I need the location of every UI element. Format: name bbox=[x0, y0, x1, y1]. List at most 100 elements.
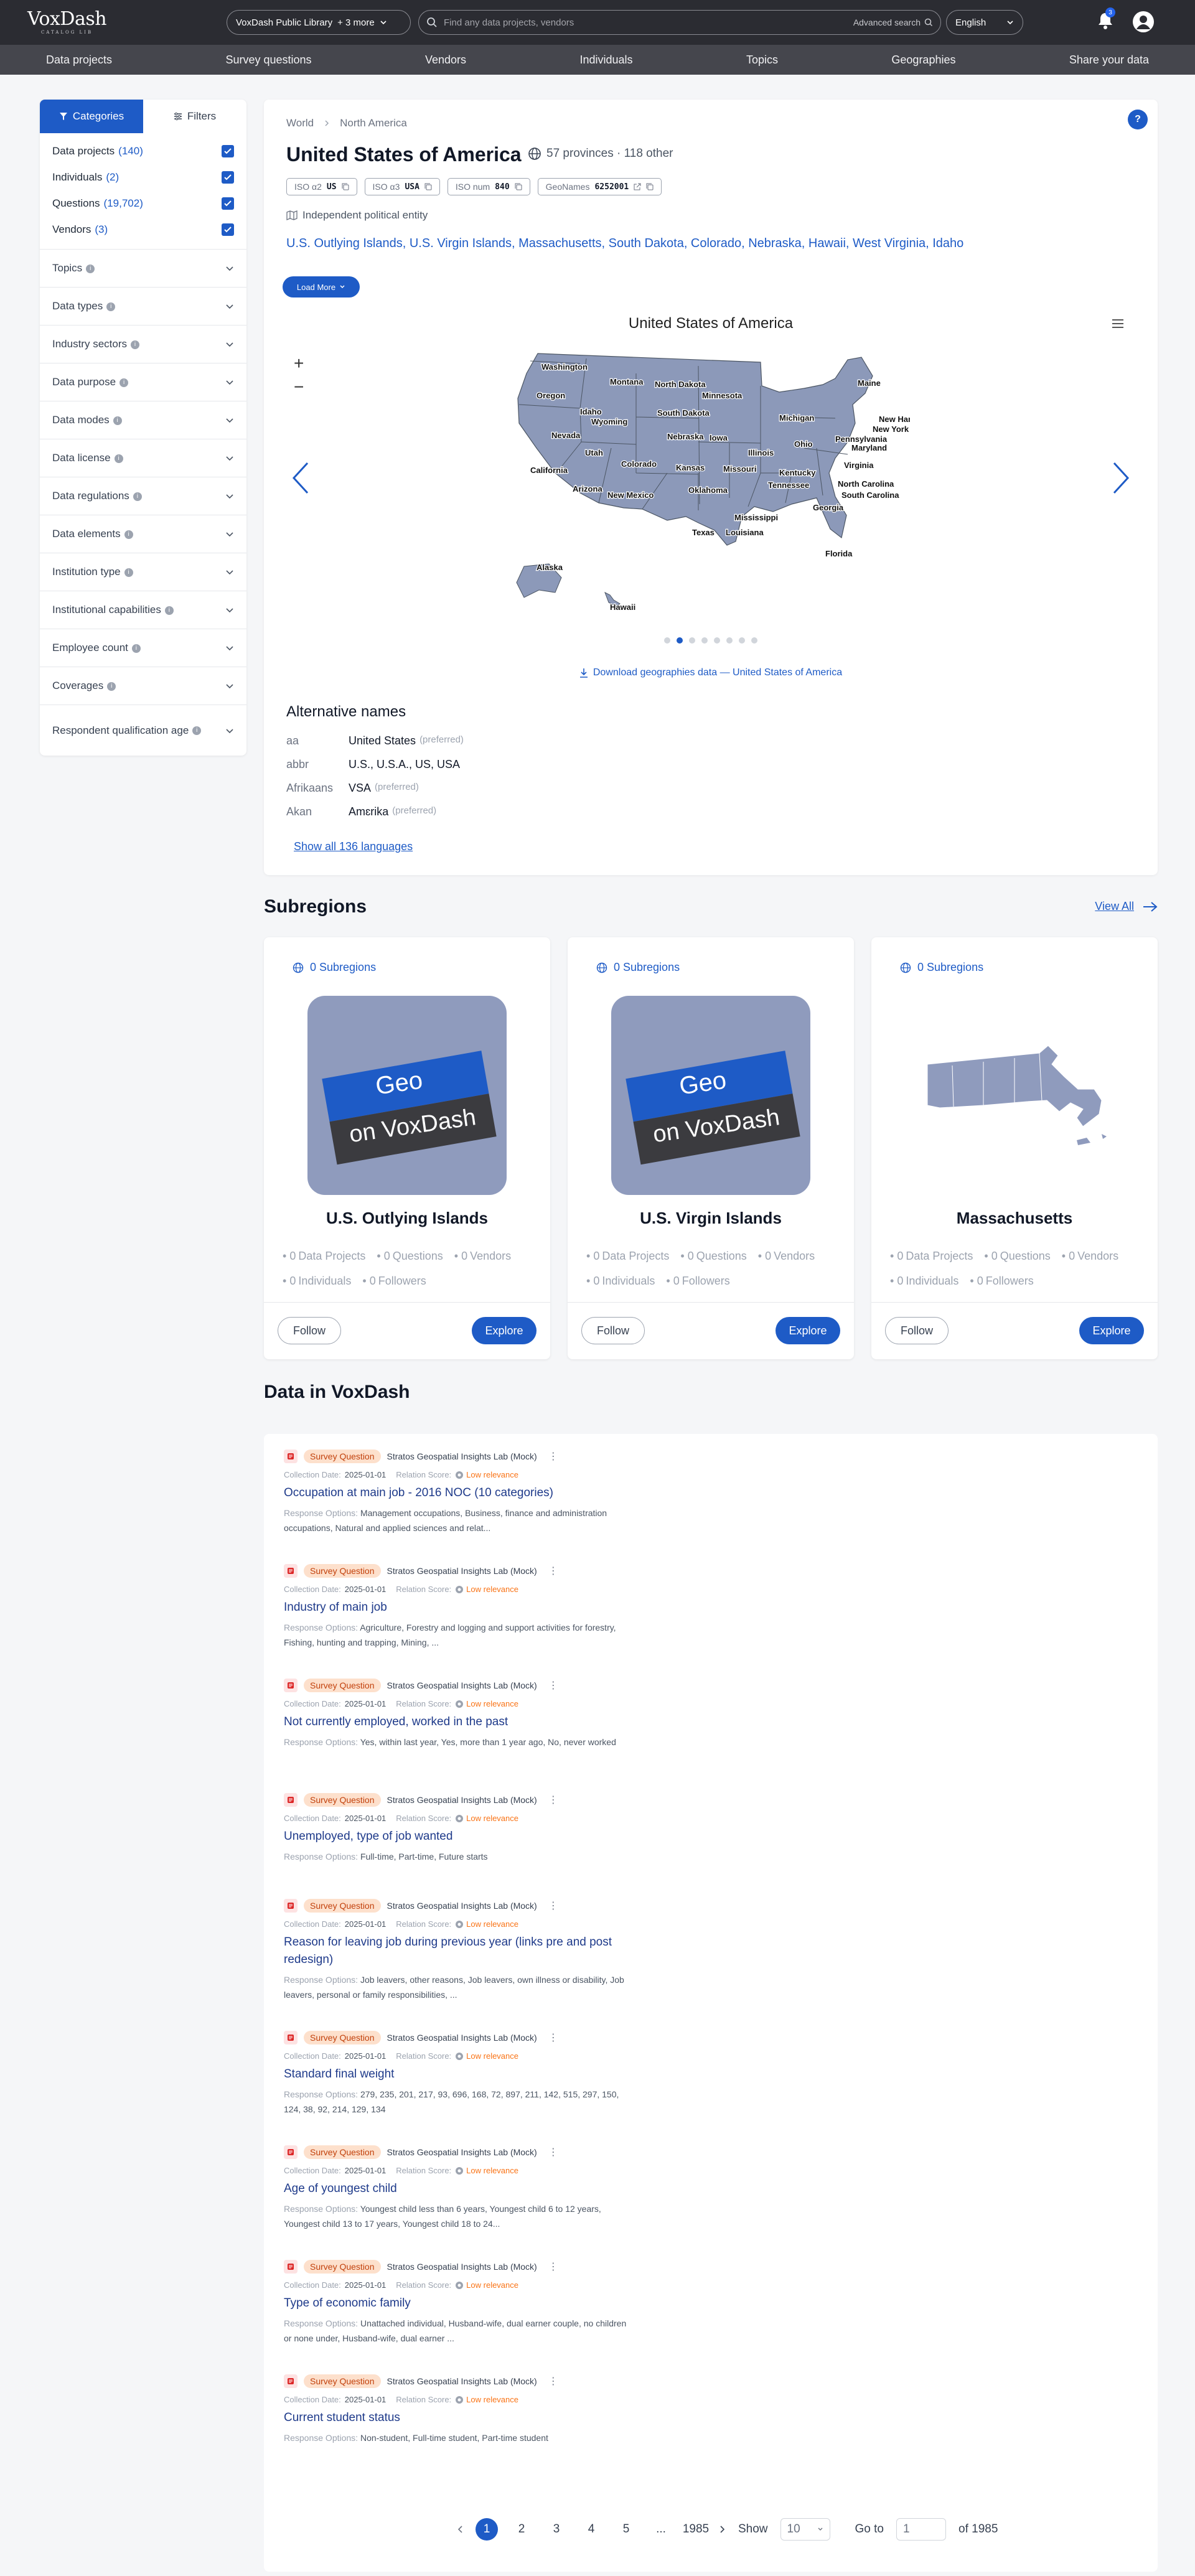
facet-item[interactable]: Data modes i bbox=[40, 401, 246, 439]
result-source[interactable]: Stratos Geospatial Insights Lab (Mock) bbox=[387, 2262, 537, 2272]
follow-button[interactable]: Follow bbox=[278, 1317, 341, 1344]
carousel-next-button[interactable] bbox=[1112, 461, 1130, 495]
facet-item[interactable]: Institutional capabilities i bbox=[40, 591, 246, 629]
result-source[interactable]: Stratos Geospatial Insights Lab (Mock) bbox=[387, 1566, 537, 1576]
result-title[interactable]: Standard final weight bbox=[284, 2066, 632, 2083]
facet-item[interactable]: Data elements i bbox=[40, 515, 246, 553]
carousel-dot[interactable] bbox=[664, 637, 670, 644]
carousel-prev-button[interactable] bbox=[291, 461, 310, 495]
chevron-right-icon[interactable] bbox=[719, 2525, 726, 2534]
facet-item[interactable]: Coverages i bbox=[40, 667, 246, 705]
result-source[interactable]: Stratos Geospatial Insights Lab (Mock) bbox=[387, 1795, 537, 1805]
more-options-icon[interactable]: ⋮ bbox=[548, 1565, 558, 1577]
result-title[interactable]: Unemployed, type of job wanted bbox=[284, 1828, 632, 1845]
result-item[interactable]: Survey Question Stratos Geospatial Insigh… bbox=[284, 2145, 632, 2231]
result-item[interactable]: Survey Question Stratos Geospatial Insigh… bbox=[284, 2259, 632, 2346]
checkbox-checked-icon[interactable] bbox=[222, 197, 234, 210]
facet-item[interactable]: Data license i bbox=[40, 439, 246, 477]
checkbox-checked-icon[interactable] bbox=[222, 171, 234, 184]
nav-survey-questions[interactable]: Survey questions bbox=[225, 54, 311, 67]
page-size-select[interactable]: 10 bbox=[780, 2518, 830, 2541]
facet-item[interactable]: Respondent qualification age i bbox=[40, 705, 246, 756]
code-iso-a3[interactable]: ISO α3 USA bbox=[364, 178, 440, 195]
result-source[interactable]: Stratos Geospatial Insights Lab (Mock) bbox=[387, 2033, 537, 2043]
result-title[interactable]: Current student status bbox=[284, 2409, 632, 2427]
result-source[interactable]: Stratos Geospatial Insights Lab (Mock) bbox=[387, 1680, 537, 1690]
language-selector[interactable]: English bbox=[946, 10, 1023, 35]
tab-categories[interactable]: Categories bbox=[40, 100, 143, 133]
load-more-button[interactable]: Load More bbox=[283, 276, 360, 297]
help-button[interactable]: ? bbox=[1128, 110, 1148, 129]
more-options-icon[interactable]: ⋮ bbox=[548, 1679, 558, 1692]
more-options-icon[interactable]: ⋮ bbox=[548, 2260, 558, 2273]
external-link-icon[interactable] bbox=[634, 183, 641, 190]
page-button[interactable]: 5 bbox=[615, 2518, 637, 2541]
carousel-dot-active[interactable] bbox=[677, 637, 683, 644]
page-button[interactable]: 2 bbox=[510, 2518, 533, 2541]
result-title[interactable]: Occupation at main job - 2016 NOC (10 ca… bbox=[284, 1484, 632, 1502]
checkbox-checked-icon[interactable] bbox=[222, 223, 234, 236]
copy-icon[interactable] bbox=[424, 183, 432, 190]
subregion-name[interactable]: U.S. Virgin Islands bbox=[568, 1209, 854, 1228]
more-options-icon[interactable]: ⋮ bbox=[548, 2375, 558, 2387]
advanced-search-link[interactable]: Advanced search bbox=[853, 17, 933, 27]
result-source[interactable]: Stratos Geospatial Insights Lab (Mock) bbox=[387, 1451, 537, 1461]
result-title[interactable]: Type of economic family bbox=[284, 2295, 632, 2312]
breadcrumb-north-america[interactable]: North America bbox=[340, 117, 407, 129]
subregion-name[interactable]: Massachusetts bbox=[871, 1209, 1158, 1228]
notifications-button[interactable]: 3 bbox=[1097, 7, 1115, 30]
more-options-icon[interactable]: ⋮ bbox=[548, 2031, 558, 2044]
subregion-card[interactable]: 0 Subregions Massachusetts • 0 Data Project… bbox=[871, 937, 1158, 1359]
nav-topics[interactable]: Topics bbox=[746, 54, 778, 67]
page-button[interactable]: 4 bbox=[580, 2518, 602, 2541]
carousel-dot[interactable] bbox=[714, 637, 720, 644]
result-item[interactable]: Survey Question Stratos Geospatial Insigh… bbox=[284, 1678, 632, 1749]
result-item[interactable]: Survey Question Stratos Geospatial Insigh… bbox=[284, 2030, 632, 2117]
page-button[interactable]: 1985 bbox=[683, 2518, 709, 2541]
facet-item[interactable]: Data regulations i bbox=[40, 477, 246, 515]
logo[interactable]: VoxDash CATALOG LIB bbox=[27, 10, 107, 35]
explore-button[interactable]: Explore bbox=[472, 1317, 537, 1344]
more-options-icon[interactable]: ⋮ bbox=[548, 2146, 558, 2158]
facet-item[interactable]: Topics i bbox=[40, 249, 246, 287]
subregion-name[interactable]: U.S. Outlying Islands bbox=[264, 1209, 550, 1228]
result-item[interactable]: Survey Question Stratos Geospatial Insigh… bbox=[284, 2374, 632, 2445]
library-selector[interactable]: VoxDash Public Library + 3 more bbox=[227, 10, 411, 35]
facet-item[interactable]: Data purpose i bbox=[40, 363, 246, 401]
facet-item[interactable]: Employee count i bbox=[40, 629, 246, 667]
page-button-active[interactable]: 1 bbox=[476, 2518, 498, 2541]
carousel-dot[interactable] bbox=[751, 637, 757, 644]
tab-filters[interactable]: Filters bbox=[143, 100, 246, 133]
more-options-icon[interactable]: ⋮ bbox=[548, 1899, 558, 1912]
facet-item[interactable]: Institution type i bbox=[40, 553, 246, 591]
facet-item[interactable]: Industry sectors i bbox=[40, 325, 246, 363]
us-map[interactable]: Washington Montana North Dakota Minnesota Ma… bbox=[512, 349, 910, 622]
facet-item[interactable]: Data types i bbox=[40, 287, 246, 325]
code-iso-a2[interactable]: ISO α2 US bbox=[286, 178, 357, 195]
carousel-dot[interactable] bbox=[739, 637, 745, 644]
result-title[interactable]: Not currently employed, worked in the pa… bbox=[284, 1713, 632, 1731]
explore-button[interactable]: Explore bbox=[776, 1317, 840, 1344]
explore-button[interactable]: Explore bbox=[1079, 1317, 1144, 1344]
carousel-dot[interactable] bbox=[689, 637, 695, 644]
map-menu-icon[interactable] bbox=[1112, 319, 1124, 329]
follow-button[interactable]: Follow bbox=[581, 1317, 645, 1344]
search-input[interactable] bbox=[444, 17, 847, 28]
follow-button[interactable]: Follow bbox=[885, 1317, 949, 1344]
copy-icon[interactable] bbox=[515, 183, 522, 190]
nav-geographies[interactable]: Geographies bbox=[891, 54, 955, 67]
download-link[interactable]: Download geographies data — United State… bbox=[264, 667, 1158, 678]
more-options-icon[interactable]: ⋮ bbox=[548, 1450, 558, 1463]
code-iso-num[interactable]: ISO num 840 bbox=[447, 178, 530, 195]
result-item[interactable]: Survey Question Stratos Geospatial Insigh… bbox=[284, 1792, 632, 1864]
nav-share-data[interactable]: Share your data bbox=[1069, 54, 1149, 67]
category-vendors[interactable]: Vendors (3) bbox=[40, 217, 246, 243]
zoom-out-icon[interactable]: − bbox=[294, 377, 304, 397]
show-all-languages-link[interactable]: Show all 136 languages bbox=[294, 840, 413, 853]
nav-individuals[interactable]: Individuals bbox=[579, 54, 632, 67]
subregion-card[interactable]: 0 Subregions Geo on VoxDash U.S. Virgin Isl… bbox=[568, 937, 854, 1359]
result-source[interactable]: Stratos Geospatial Insights Lab (Mock) bbox=[387, 1901, 537, 1911]
result-item[interactable]: Survey Question Stratos Geospatial Insigh… bbox=[284, 1449, 632, 1535]
code-geonames[interactable]: GeoNames 6252001 bbox=[537, 178, 662, 195]
page-button[interactable]: 3 bbox=[545, 2518, 568, 2541]
